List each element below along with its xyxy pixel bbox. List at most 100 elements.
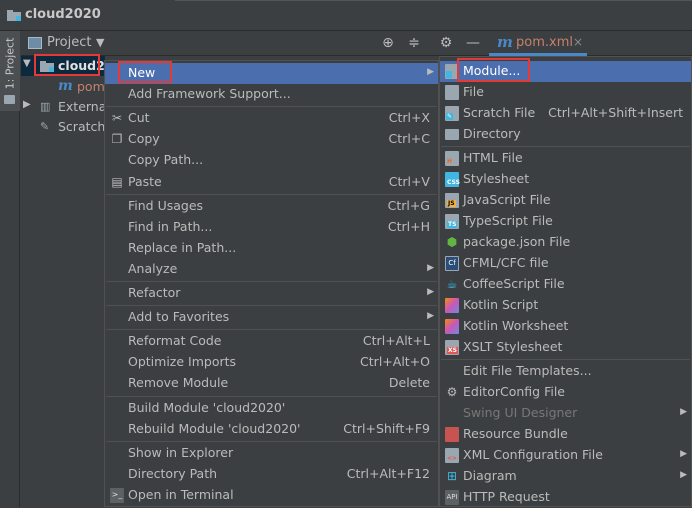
menu-item: Swing UI Designer ▶	[440, 403, 691, 424]
context-menu: New ▶ Add Framework Support... ✂ Cut Ctrl+X ❐ C…	[104, 60, 439, 507]
locate-icon[interactable]: ⊕	[379, 34, 397, 52]
menu-item[interactable]: Optimize Imports Ctrl+Alt+O	[105, 352, 438, 373]
expand-arrow-icon[interactable]: ▼	[23, 58, 31, 69]
menu-item[interactable]: TS TypeScript File	[440, 211, 691, 232]
menu-item[interactable]: Show in Explorer	[105, 443, 438, 464]
project-view-selector[interactable]: Project	[47, 35, 91, 50]
project-toolbar: Project ▼ ⊕ ≑ ⚙ — m pom.xml ×	[21, 31, 692, 56]
editor-tab-pom[interactable]: m pom.xml ×	[489, 31, 587, 56]
tree-item-scratches[interactable]: ✎ Scratches and Consoles	[21, 117, 105, 137]
highlight-box-module	[457, 58, 530, 82]
menu-item[interactable]: Rebuild Module 'cloud2020' Ctrl+Shift+F9	[105, 419, 438, 440]
submenu-arrow-icon: ▶	[427, 287, 434, 297]
menu-item[interactable]: CSS Stylesheet	[440, 169, 691, 190]
menu-item-label: TypeScript File	[463, 213, 553, 228]
menu-item-label: Copy	[128, 131, 160, 147]
chevron-down-icon[interactable]: ▼	[96, 36, 104, 49]
menu-item-shortcut: Ctrl+V	[388, 173, 430, 189]
menu-item[interactable]: Resource Bundle	[440, 424, 691, 445]
menu-item-shortcut: Ctrl+H	[387, 218, 430, 234]
submenu-arrow-icon: ▶	[427, 262, 434, 273]
menu-item-shortcut: Ctrl+X	[388, 110, 430, 126]
project-tool-tab[interactable]: 1: Project	[0, 31, 20, 111]
menu-item-shortcut: Ctrl+Alt+O	[360, 354, 430, 370]
tree-item-label: Scratches and Consoles	[58, 119, 105, 134]
menu-item-shortcut: Ctrl+C	[388, 131, 430, 147]
menu-item-label: Rebuild Module 'cloud2020'	[128, 420, 301, 436]
menu-separator	[106, 106, 437, 108]
menu-item[interactable]: ▤ Paste Ctrl+V	[105, 172, 438, 193]
menu-item[interactable]: ⬢ package.json File	[440, 232, 691, 253]
menu-item-label: XML Configuration File	[463, 447, 603, 462]
menu-item-label: CFML/CFC file	[463, 255, 549, 270]
tree-item-external-libraries[interactable]: ▶ ▥ External Libraries	[21, 97, 105, 117]
menu-item-label: Kotlin Script	[463, 297, 539, 312]
menu-item-label: package.json File	[463, 234, 571, 249]
menu-item[interactable]: Replace in Path...	[105, 238, 438, 259]
menu-item[interactable]: Directory	[440, 124, 691, 145]
hide-icon[interactable]: —	[464, 34, 482, 52]
menu-item[interactable]: Build Module 'cloud2020'	[105, 398, 438, 419]
tree-item-label: pom.xml	[77, 79, 105, 94]
menu-item-label: Add Framework Support...	[128, 86, 291, 102]
menu-item[interactable]: >_ Open in Terminal	[105, 485, 438, 506]
menu-separator	[106, 440, 437, 442]
menu-item[interactable]: ⊞ Diagram ▶	[440, 466, 691, 487]
menu-item-shortcut: Ctrl+Shift+F9	[343, 420, 430, 436]
new-submenu: Module... File ✎ Scratch File Ctrl+Alt+Shift…	[439, 56, 692, 507]
maven-icon: m	[497, 33, 513, 51]
menu-item[interactable]: XS XSLT Stylesheet	[440, 337, 691, 358]
menu-item-label: HTTP Request	[463, 489, 550, 504]
menu-item-label: Paste	[128, 173, 162, 189]
menu-item-shortcut: Ctrl+G	[387, 197, 430, 213]
menu-item[interactable]: JS JavaScript File	[440, 190, 691, 211]
collapse-all-icon[interactable]: ≑	[405, 34, 423, 52]
menu-item[interactable]: Cf CFML/CFC file	[440, 253, 691, 274]
gear-icon[interactable]: ⚙	[437, 34, 455, 52]
menu-item[interactable]: Directory Path Ctrl+Alt+F12	[105, 464, 438, 485]
menu-item-label: Reformat Code	[128, 333, 222, 349]
menu-item[interactable]: Find Usages Ctrl+G	[105, 196, 438, 217]
menu-item[interactable]: Edit File Templates...	[440, 361, 691, 382]
highlight-box-root	[34, 54, 100, 76]
menu-item[interactable]: ⚙ EditorConfig File	[440, 382, 691, 403]
menu-item-label: Directory	[463, 126, 521, 141]
menu-item-shortcut: Delete	[388, 375, 430, 391]
menu-item[interactable]: ✂ Cut Ctrl+X	[105, 108, 438, 129]
menu-item-label: Diagram	[463, 468, 517, 483]
menu-item[interactable]: ☕ CoffeeScript File	[440, 274, 691, 295]
menu-item[interactable]: H HTML File	[440, 148, 691, 169]
project-tool-tab-label: 1: Project	[3, 37, 17, 90]
close-icon[interactable]: ×	[573, 35, 583, 49]
menu-item[interactable]: Kotlin Worksheet	[440, 316, 691, 337]
menu-item-label: HTML File	[463, 150, 523, 165]
tree-item-pom[interactable]: m pom.xml	[21, 77, 105, 97]
menu-item[interactable]: Refactor ▶	[105, 283, 438, 304]
menu-item[interactable]: Copy Path...	[105, 150, 438, 171]
menu-item-label: Directory Path	[128, 465, 218, 481]
menu-item[interactable]: <> XML Configuration File ▶	[440, 445, 691, 466]
menu-item[interactable]: Remove Module Delete	[105, 373, 438, 394]
menu-item[interactable]: ✎ Scratch File Ctrl+Alt+Shift+Insert	[440, 103, 691, 124]
menu-item[interactable]: Kotlin Script	[440, 295, 691, 316]
menu-item[interactable]: ❐ Copy Ctrl+C	[105, 129, 438, 150]
menu-item[interactable]: File	[440, 82, 691, 103]
menu-item[interactable]: Find in Path... Ctrl+H	[105, 217, 438, 238]
menu-separator	[106, 305, 437, 307]
menu-item[interactable]: Analyze ▶	[105, 259, 438, 280]
menu-item[interactable]: API HTTP Request	[440, 487, 691, 508]
menu-separator	[106, 395, 437, 397]
menu-item-label: Remove Module	[128, 375, 229, 391]
menu-item-label: Scratch File	[463, 105, 536, 120]
menu-item[interactable]: Reformat Code Ctrl+Alt+L	[105, 331, 438, 352]
expand-arrow-icon[interactable]: ▶	[23, 99, 31, 110]
submenu-arrow-icon: ▶	[680, 470, 687, 480]
menu-item[interactable]: Add Framework Support...	[105, 84, 438, 105]
scratches-icon: ✎	[40, 120, 50, 133]
menu-item[interactable]: Add to Favorites ▶	[105, 307, 438, 328]
menu-item-label: Analyze	[128, 260, 178, 276]
menu-item-label: Find in Path...	[128, 218, 213, 234]
project-folder-icon	[7, 10, 21, 21]
menu-item-label: Edit File Templates...	[463, 363, 592, 378]
menu-item-shortcut: Ctrl+Alt+Shift+Insert	[548, 105, 683, 120]
